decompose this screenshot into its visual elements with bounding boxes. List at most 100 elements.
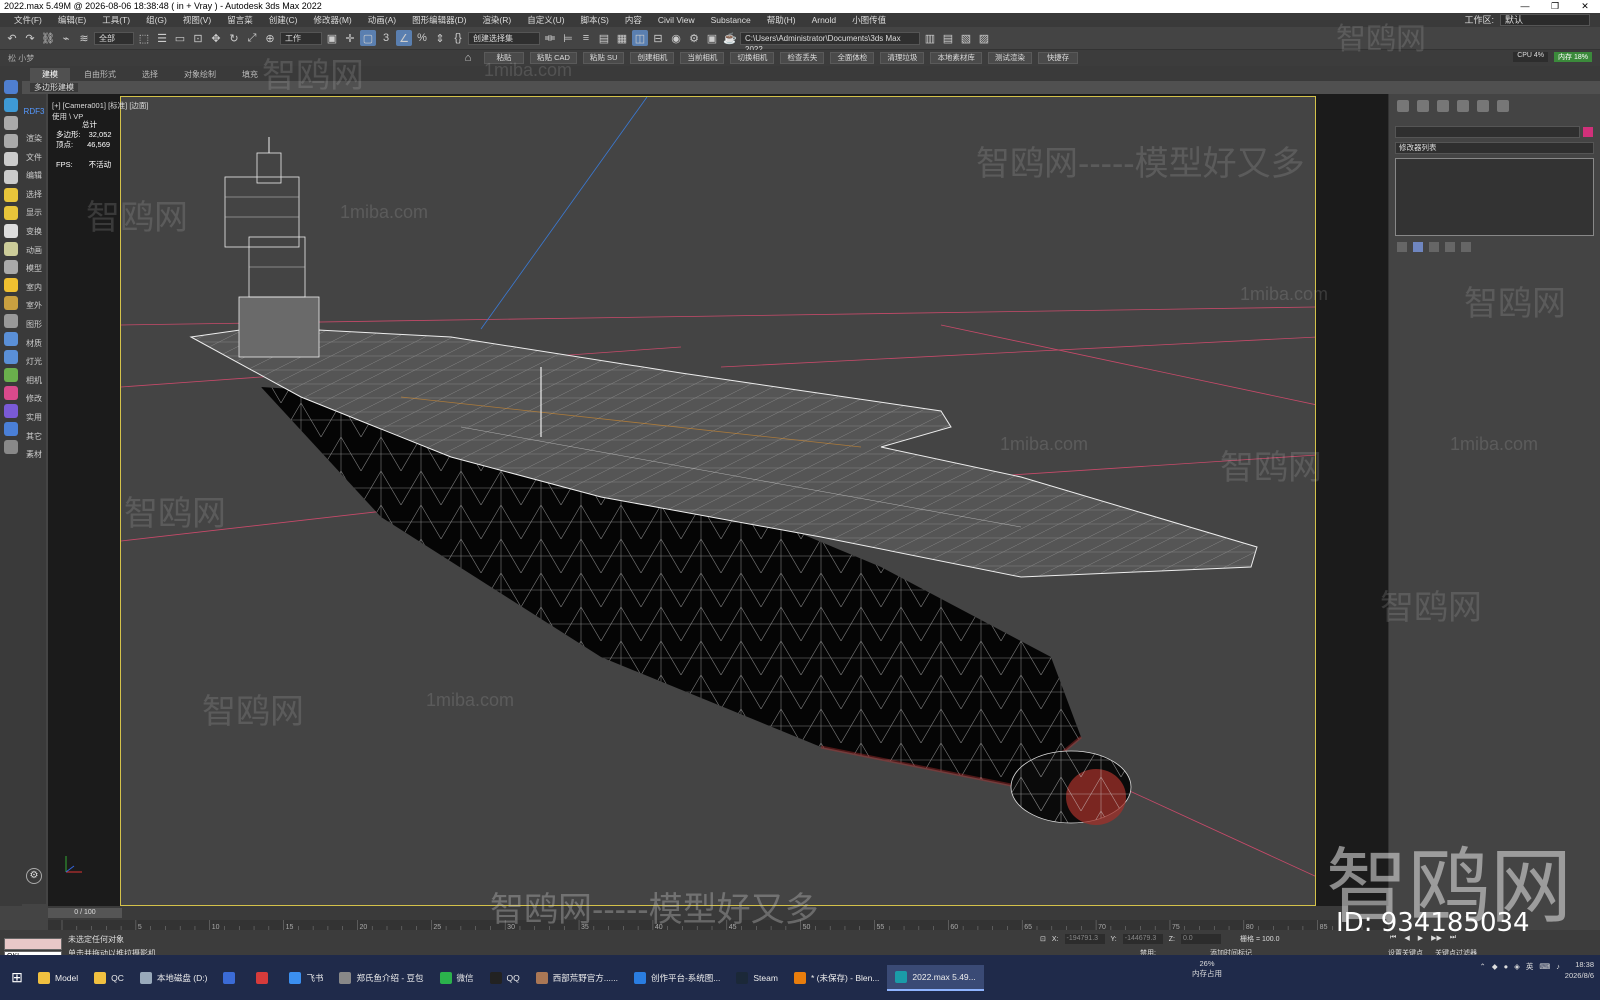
ribbon-button[interactable]: 全面体检 xyxy=(830,52,875,64)
left-label[interactable]: 室内 xyxy=(22,279,46,298)
restore-icon[interactable]: ❐ xyxy=(1540,0,1570,13)
taskbar-item[interactable]: 本地磁盘 (D:) xyxy=(132,965,216,991)
language-indicator[interactable]: 英 xyxy=(1526,961,1534,972)
link-icon[interactable]: ⛓ xyxy=(40,30,56,46)
utilities-tab-icon[interactable] xyxy=(1497,100,1509,112)
motion-tab-icon[interactable] xyxy=(1457,100,1469,112)
left-label[interactable]: 灯光 xyxy=(22,353,46,372)
snap-toggle-icon[interactable]: 3 xyxy=(378,30,394,46)
plugin-icon[interactable] xyxy=(4,404,18,418)
taskbar-item[interactable]: Steam xyxy=(728,965,786,991)
named-selection-set[interactable]: 创建选择集 xyxy=(468,31,540,45)
ribbon-button[interactable]: 测试渲染 xyxy=(987,52,1032,64)
project-path-select[interactable]: C:\Users\Administrator\Documents\3ds Max… xyxy=(740,31,920,54)
settings-gear-icon[interactable]: ⚙ xyxy=(26,868,42,884)
file-icon[interactable] xyxy=(4,116,18,130)
save-icon[interactable]: ▧ xyxy=(958,30,974,46)
redo-icon[interactable]: ↷ xyxy=(22,30,38,46)
tab-selection[interactable]: 选择 xyxy=(130,68,170,81)
left-label[interactable]: 模型 xyxy=(22,260,46,279)
scene-explorer-icon[interactable]: ▤ xyxy=(596,30,612,46)
hierarchy-tab-icon[interactable] xyxy=(1437,100,1449,112)
lamp-icon[interactable] xyxy=(4,242,18,256)
ribbon-button[interactable]: 当前相机 xyxy=(680,52,725,64)
render-icon[interactable]: ☕ xyxy=(722,30,738,46)
menu-item[interactable]: 自定义(U) xyxy=(519,14,572,26)
volume-icon[interactable]: ♪ xyxy=(1556,962,1560,971)
placement-icon[interactable]: ⊕ xyxy=(262,30,278,46)
menu-item[interactable]: 文件(F) xyxy=(6,14,50,26)
ribbon-button[interactable]: 切换相机 xyxy=(730,52,775,64)
polygon-modeling-tab[interactable]: 多边形建模 xyxy=(30,83,78,92)
tray-up-icon[interactable]: ⌃ xyxy=(1480,962,1486,971)
windows-start-icon[interactable]: ⊞ xyxy=(4,965,30,991)
ribbon-button[interactable]: 粘贴 xyxy=(484,52,524,64)
make-unique-icon[interactable] xyxy=(1429,242,1439,252)
ribbon-button[interactable]: 粘贴 SU xyxy=(582,52,625,64)
menu-item[interactable]: 组(G) xyxy=(138,14,175,26)
camera-icon[interactable] xyxy=(4,152,18,166)
tab-object-paint[interactable]: 对象绘制 xyxy=(172,68,228,81)
lock-selection-icon[interactable]: ⊡ xyxy=(1040,935,1046,943)
cone-icon[interactable] xyxy=(4,260,18,274)
menu-item[interactable]: 小图传值 xyxy=(844,14,894,26)
modifier-stack[interactable] xyxy=(1395,158,1594,236)
menu-item[interactable]: 脚本(S) xyxy=(573,14,617,26)
sun-icon[interactable] xyxy=(4,278,18,292)
select-object-icon[interactable]: ⬚ xyxy=(136,30,152,46)
circle-icon[interactable] xyxy=(4,296,18,310)
menu-item[interactable]: 内容 xyxy=(617,14,650,26)
material-icon[interactable] xyxy=(4,314,18,328)
tab-freeform[interactable]: 自由形式 xyxy=(72,68,128,81)
menu-item[interactable]: 动画(A) xyxy=(360,14,404,26)
menu-item[interactable]: 修改器(M) xyxy=(306,14,360,26)
configure-sets-icon[interactable] xyxy=(1461,242,1471,252)
left-label[interactable]: 渲染 xyxy=(22,130,46,149)
camera2-icon[interactable] xyxy=(4,350,18,364)
taskbar-item[interactable]: 西部荒野官方...... xyxy=(528,965,626,991)
rotate-icon[interactable]: ↻ xyxy=(226,30,242,46)
remove-modifier-icon[interactable] xyxy=(1445,242,1455,252)
edit-named-sets-icon[interactable]: {} xyxy=(450,30,466,46)
grid-icon[interactable] xyxy=(4,170,18,184)
workspace-select[interactable]: 默认 xyxy=(1500,14,1590,26)
ribbon-button[interactable]: 清理垃圾 xyxy=(880,52,925,64)
render-frame-icon[interactable]: ▣ xyxy=(704,30,720,46)
angle-snap-icon[interactable]: ∠ xyxy=(396,30,412,46)
tray-app-icon[interactable]: ◈ xyxy=(1514,962,1520,971)
spinner-snap-icon[interactable]: ⇕ xyxy=(432,30,448,46)
palette-icon[interactable] xyxy=(4,386,18,400)
taskbar-item[interactable] xyxy=(248,965,281,991)
taskbar-item[interactable]: 郑氏鱼介绍 - 豆包 xyxy=(331,965,431,991)
tray-app-icon[interactable]: ● xyxy=(1504,962,1509,971)
window-crossing-icon[interactable]: ⊡ xyxy=(190,30,206,46)
left-label[interactable]: 其它 xyxy=(22,428,46,447)
left-label[interactable]: 动画 xyxy=(22,242,46,261)
network-icon[interactable]: ⌨ xyxy=(1539,962,1550,971)
ribbon-button[interactable]: 检查丢失 xyxy=(780,52,825,64)
camera-viewport[interactable] xyxy=(120,96,1316,906)
left-label[interactable]: 编辑 xyxy=(22,167,46,186)
left-label[interactable]: 材质 xyxy=(22,335,46,354)
create-tab-icon[interactable] xyxy=(1397,100,1409,112)
menu-item[interactable]: 编辑(E) xyxy=(50,14,94,26)
render-setup-icon[interactable]: ⚙ xyxy=(686,30,702,46)
mirror-icon[interactable]: ⟚ xyxy=(542,30,558,46)
sphere-icon[interactable] xyxy=(4,224,18,238)
menu-item[interactable]: Substance xyxy=(703,15,759,25)
script-icon[interactable] xyxy=(4,422,18,436)
scene-icon[interactable] xyxy=(4,98,18,112)
left-label[interactable]: 室外 xyxy=(22,297,46,316)
tool-icon[interactable] xyxy=(4,134,18,148)
material-editor-icon[interactable]: ◉ xyxy=(668,30,684,46)
selection-filter[interactable]: 全部 xyxy=(94,31,134,45)
export-icon[interactable]: ▨ xyxy=(976,30,992,46)
move-icon[interactable]: ✥ xyxy=(208,30,224,46)
menu-item[interactable]: 视图(V) xyxy=(175,14,219,26)
tab-modeling[interactable]: 建模 xyxy=(30,68,70,81)
schematic-view-icon[interactable]: ⊟ xyxy=(650,30,666,46)
menu-item[interactable]: 留言菜 xyxy=(219,14,261,26)
reference-coord-select[interactable]: 工作 xyxy=(280,31,322,45)
left-label[interactable]: 显示 xyxy=(22,204,46,223)
menu-item[interactable]: 工具(T) xyxy=(94,14,138,26)
